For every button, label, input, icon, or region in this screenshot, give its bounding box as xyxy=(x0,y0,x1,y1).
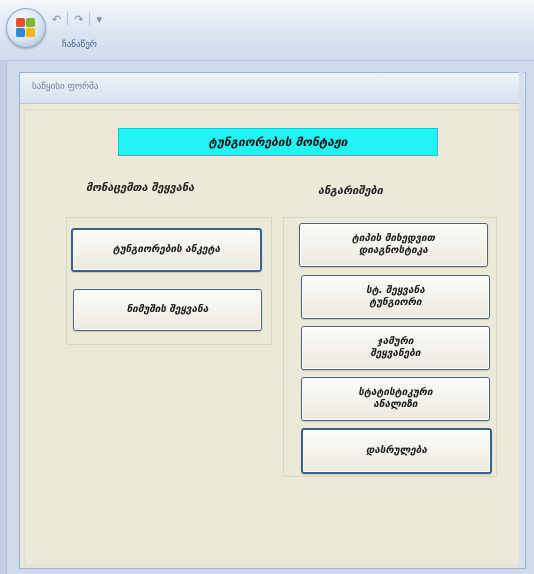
survey-form-button[interactable]: ტუნგიორების ანკეტა xyxy=(71,228,262,272)
customize-toolbar-icon[interactable]: ▾ xyxy=(96,13,102,26)
office-logo-icon xyxy=(16,18,36,38)
reports-heading: ანგარიშები xyxy=(318,184,383,197)
toolbar-separator xyxy=(67,12,69,26)
data-entry-heading: მონაცემთა შეყვანა xyxy=(86,181,195,194)
access-application-window: ↶ ↷ ▾ ჩანაწერ საწყისი ფორმა ტუნგიორების … xyxy=(0,0,534,574)
ribbon-tab-label[interactable]: ჩანაწერ xyxy=(62,40,97,50)
type-diagnostics-button[interactable]: ტიპის მიხედვით დიაგნოსტიკა xyxy=(299,223,488,267)
statistical-analysis-button[interactable]: სტატისტიკური ანალიზი xyxy=(301,377,490,421)
window-right-edge xyxy=(519,72,524,567)
quick-access-toolbar: ↶ ↷ ▾ xyxy=(52,10,102,28)
undo-icon[interactable]: ↶ xyxy=(52,13,61,26)
form-banner: ტუნგიორების მონტაჟი xyxy=(118,128,438,156)
ribbon-bar: ↶ ↷ ▾ ჩანაწერ xyxy=(0,0,534,61)
navigation-pane-edge[interactable] xyxy=(0,61,7,574)
total-entries-button[interactable]: ჯამური შეყვანები xyxy=(301,326,490,370)
sample-entry-button[interactable]: ნიმუშის შეყვანა xyxy=(73,289,262,331)
office-button[interactable] xyxy=(6,8,46,48)
form-titlebar: საწყისი ფორმა xyxy=(20,73,525,104)
redo-icon[interactable]: ↷ xyxy=(74,13,83,26)
finish-button[interactable]: დასრულება xyxy=(301,428,492,474)
toolbar-separator xyxy=(89,12,91,26)
std-entry-button[interactable]: სტ. შეყვანა ტუნგიორი xyxy=(301,275,490,319)
form-title: საწყისი ფორმა xyxy=(32,82,99,92)
